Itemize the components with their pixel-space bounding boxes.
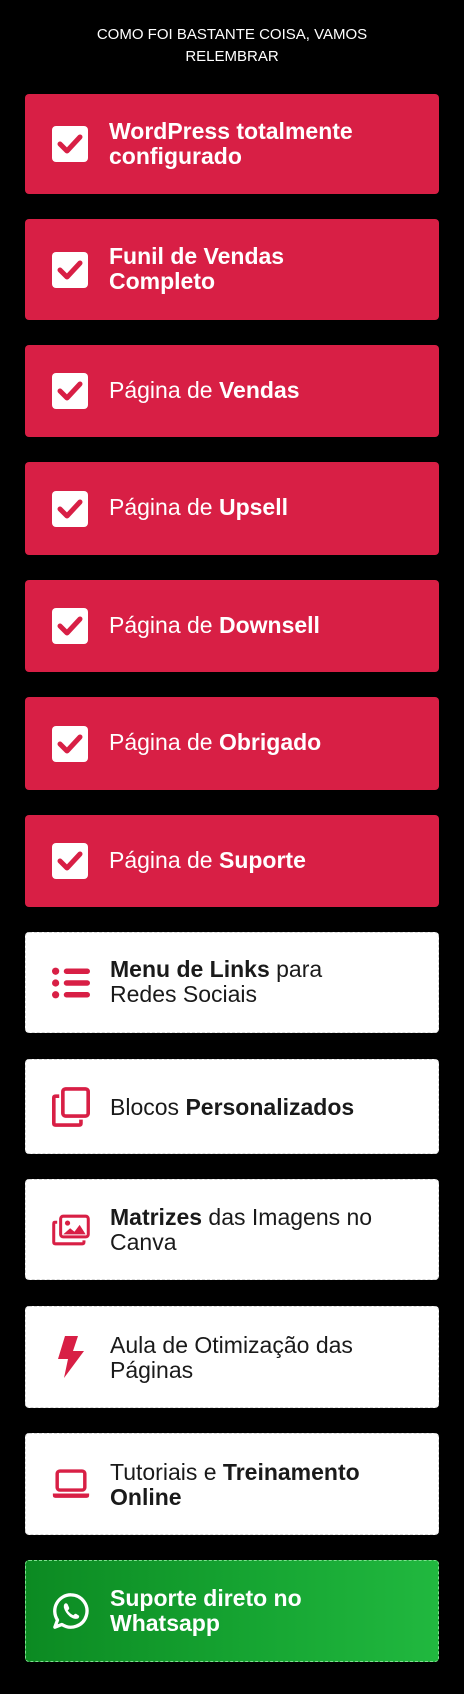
feature-label-prefix: Tutoriais e	[110, 1459, 223, 1485]
whatsapp-support-button[interactable]: Suporte direto no Whatsapp	[25, 1560, 439, 1662]
check-square-icon	[51, 490, 89, 528]
feature-label-prefix: Página de	[109, 494, 219, 520]
check-square-icon	[51, 842, 89, 880]
feature-label: Menu de Links para Redes Sociais	[110, 957, 424, 1007]
feature-label-line-2: Whatsapp	[110, 1610, 220, 1636]
bolt-icon	[52, 1336, 90, 1378]
feature-card-blocos[interactable]: Blocos Personalizados	[25, 1059, 439, 1154]
feature-label: Tutoriais e Treinamento Online	[110, 1460, 424, 1510]
copy-blocks-icon	[52, 1086, 90, 1127]
feature-label-line-2: Páginas	[110, 1357, 194, 1383]
feature-card-aula-otimizacao[interactable]: Aula de Otimização das Páginas	[25, 1306, 439, 1408]
feature-label-line-2: Redes Sociais	[110, 981, 258, 1007]
feature-label-prefix: Página de	[109, 729, 219, 755]
feature-label-line-1: Aula de Otimização das	[110, 1332, 353, 1358]
list-icon	[52, 964, 90, 1002]
feature-label: Página de Upsell	[109, 495, 425, 520]
feature-label-bold: Menu de Links	[110, 956, 270, 982]
check-square-icon	[51, 372, 89, 410]
feature-label-prefix: Página de	[109, 847, 219, 873]
feature-label: Página de Downsell	[109, 613, 425, 638]
header-line-1: COMO FOI BASTANTE COISA, VAMOS	[96, 26, 368, 43]
feature-label-prefix: Página de	[109, 612, 219, 638]
feature-label-line-2: configurado	[109, 143, 242, 169]
feature-label-bold: Upsell	[218, 494, 289, 520]
feature-label-bold: Personalizados	[185, 1094, 355, 1120]
feature-label-prefix: Blocos	[110, 1094, 186, 1120]
feature-label-bold: Vendas	[218, 377, 300, 403]
check-square-icon	[51, 607, 89, 645]
feature-label-prefix: Página de	[109, 377, 219, 403]
check-square-icon	[51, 251, 89, 289]
feature-label-bold: Treinamento	[222, 1459, 360, 1485]
page: COMO FOI BASTANTE COISA, VAMOS RELEMBRAR…	[0, 0, 464, 1694]
feature-card-pagina-obrigado[interactable]: Página de Obrigado	[25, 697, 439, 790]
images-icon	[52, 1211, 90, 1249]
feature-label: Página de Vendas	[109, 378, 425, 403]
feature-label-suffix: das Imagens no	[202, 1204, 373, 1230]
whatsapp-icon	[52, 1592, 90, 1630]
feature-card-matrizes[interactable]: Matrizes das Imagens no Canva	[25, 1179, 439, 1280]
feature-label-bold: Obrigado	[218, 729, 322, 755]
feature-label: Suporte direto no Whatsapp	[110, 1586, 424, 1636]
feature-label: WordPress totalmente configurado	[109, 119, 425, 169]
feature-label-line-1: Funil de Vendas	[109, 243, 285, 269]
feature-label-bold: Matrizes	[110, 1204, 203, 1230]
check-square-icon	[51, 725, 89, 763]
feature-card-tutoriais[interactable]: Tutoriais e Treinamento Online	[25, 1433, 439, 1535]
feature-label-line-2: Canva	[110, 1229, 177, 1255]
feature-card-wordpress[interactable]: WordPress totalmente configurado	[25, 94, 439, 194]
feature-label: Matrizes das Imagens no Canva	[110, 1205, 424, 1255]
feature-card-pagina-suporte[interactable]: Página de Suporte	[25, 815, 439, 907]
feature-card-menu-links[interactable]: Menu de Links para Redes Sociais	[25, 932, 439, 1033]
feature-label: Funil de Vendas Completo	[109, 244, 425, 294]
feature-label-line-1: WordPress totalmente	[109, 118, 353, 144]
feature-label-bold: Suporte	[218, 847, 306, 873]
feature-label: Página de Obrigado	[109, 730, 425, 755]
feature-label: Blocos Personalizados	[110, 1095, 424, 1120]
feature-card-pagina-downsell[interactable]: Página de Downsell	[25, 580, 439, 672]
header-line-2: RELEMBRAR	[185, 48, 279, 65]
feature-card-pagina-vendas[interactable]: Página de Vendas	[25, 345, 439, 437]
feature-label-line-2: Online	[110, 1484, 182, 1510]
feature-label-suffix: para	[269, 956, 323, 982]
feature-label-line-2: Completo	[109, 268, 216, 294]
feature-label: Aula de Otimização das Páginas	[110, 1333, 424, 1383]
feature-label-line-1: Suporte direto no	[110, 1585, 302, 1611]
feature-label-bold: Downsell	[218, 612, 320, 638]
check-square-icon	[51, 125, 89, 163]
feature-card-funil[interactable]: Funil de Vendas Completo	[25, 219, 439, 320]
feature-card-pagina-upsell[interactable]: Página de Upsell	[25, 462, 439, 555]
section-header: COMO FOI BASTANTE COISA, VAMOS RELEMBRAR	[0, 24, 464, 68]
feature-label: Página de Suporte	[109, 848, 425, 873]
laptop-icon	[52, 1465, 90, 1503]
